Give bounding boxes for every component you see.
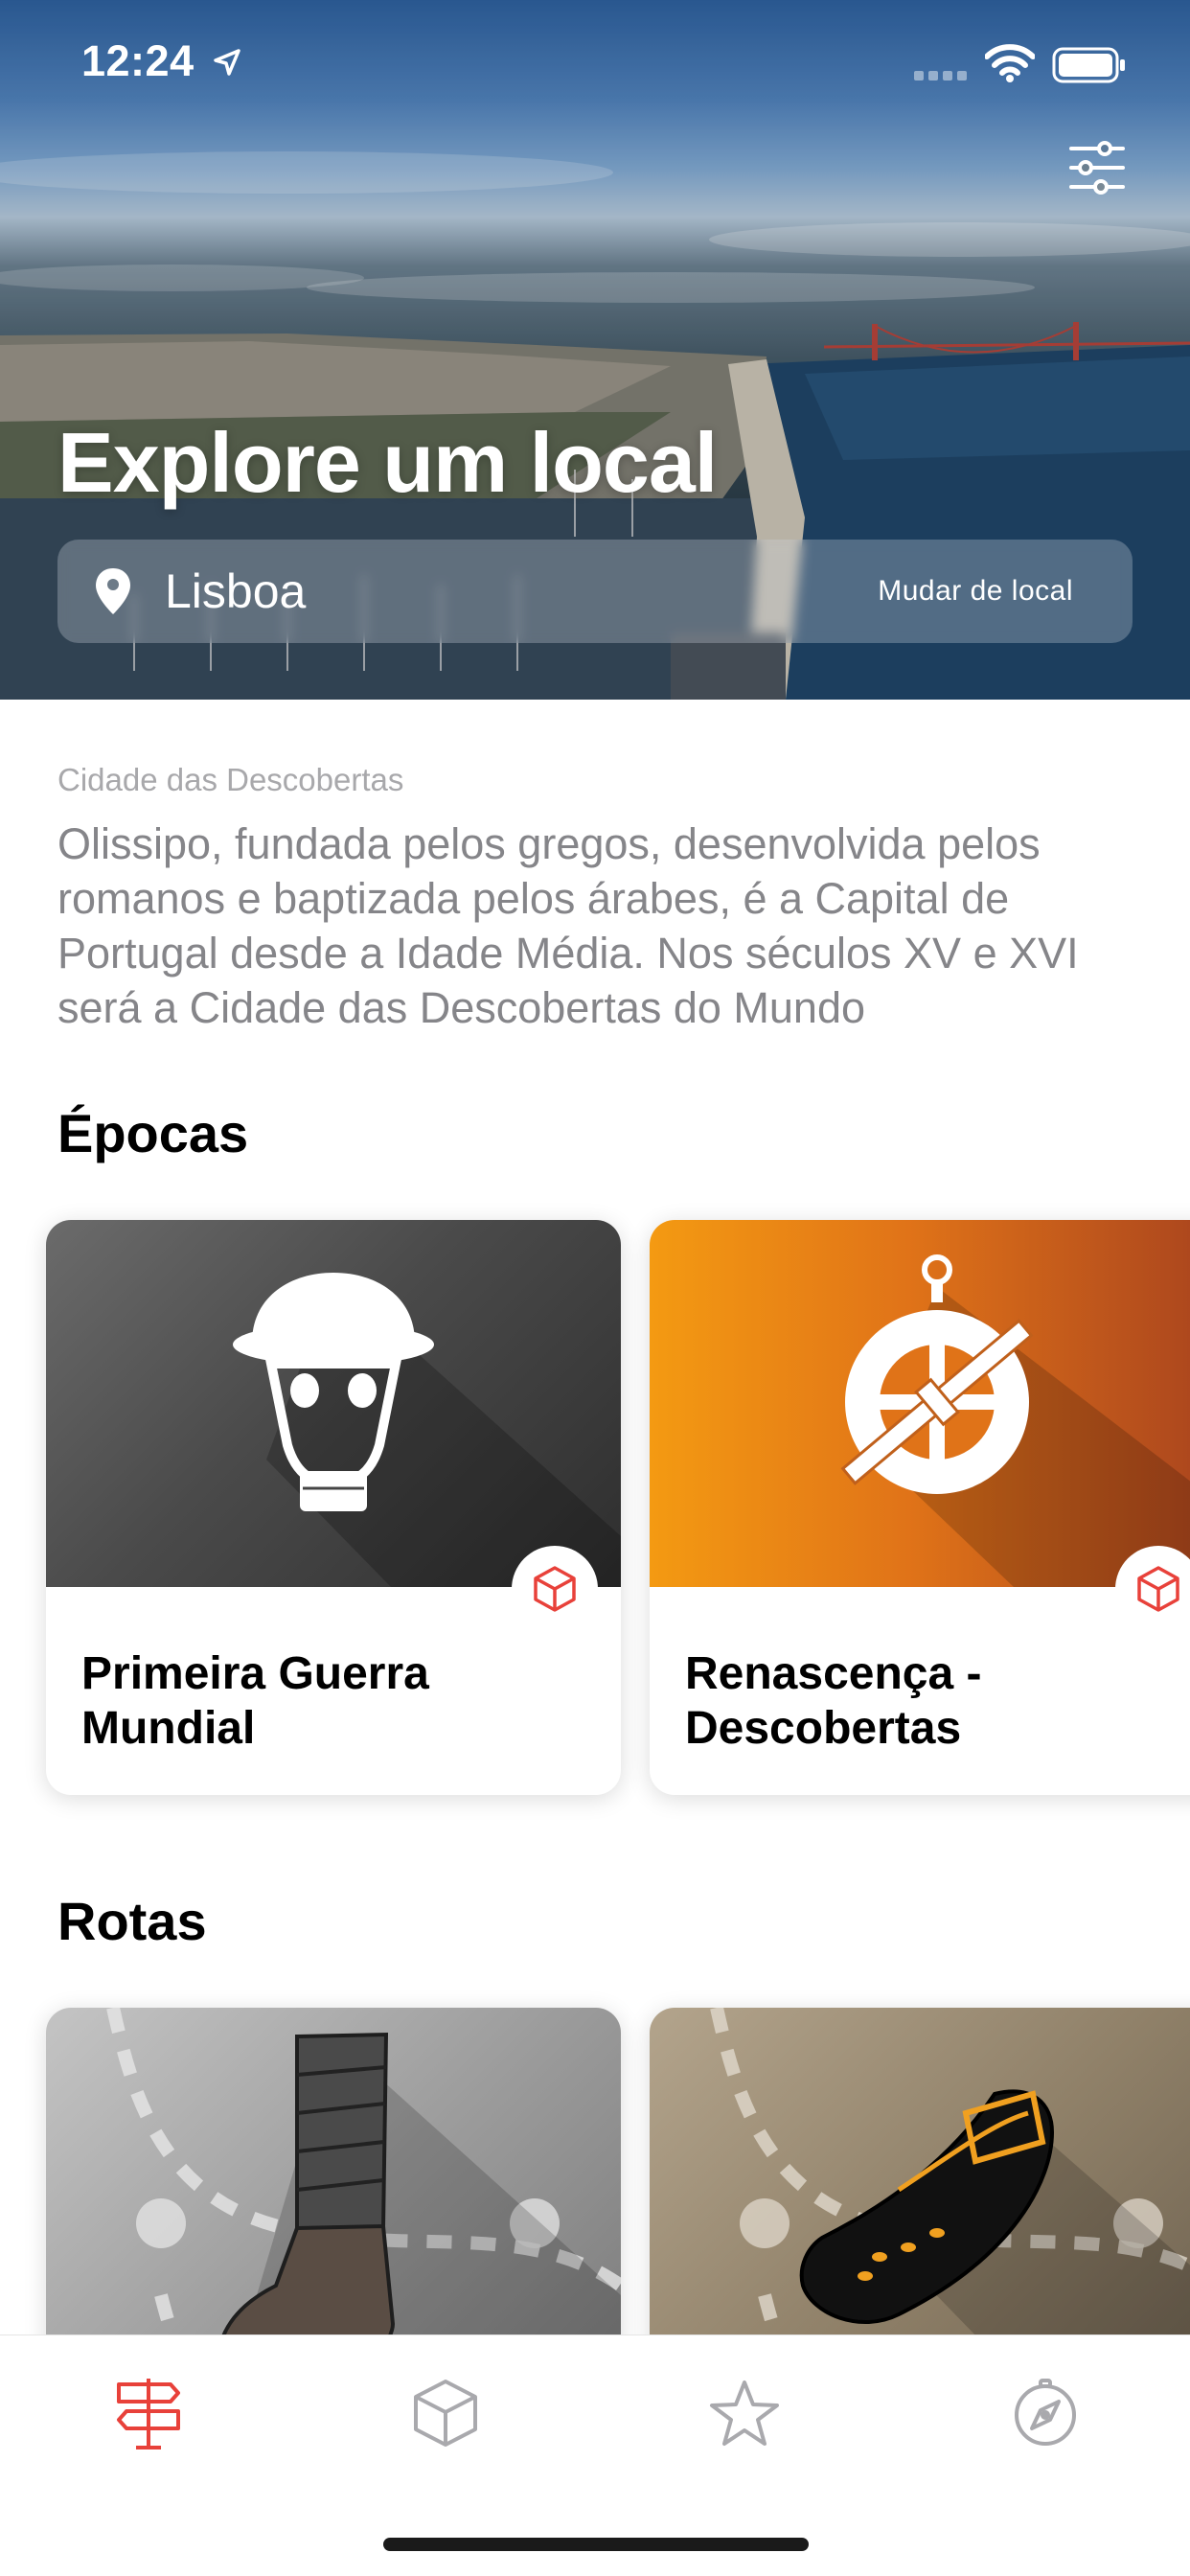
signpost-icon bbox=[117, 2379, 180, 2450]
cube-icon bbox=[414, 2380, 477, 2447]
battery-icon bbox=[1052, 47, 1125, 83]
tab-favorites[interactable] bbox=[701, 2370, 788, 2456]
tab-explore[interactable] bbox=[1002, 2370, 1088, 2456]
location-selector[interactable]: Lisboa Mudar de local bbox=[57, 540, 1133, 643]
cellular-signal-icon bbox=[914, 71, 967, 80]
current-location-label: Lisboa bbox=[165, 564, 307, 618]
epoca-card-title: Renascença - Descobertas bbox=[685, 1648, 982, 1754]
epoca-card-title: Primeira Guerra Mundial bbox=[81, 1648, 429, 1754]
epoca-card[interactable]: Primeira Guerra Mundial bbox=[46, 1220, 621, 1795]
ar-cube-badge bbox=[512, 1546, 598, 1632]
tab-ar-objects[interactable] bbox=[402, 2370, 489, 2456]
epoca-card-image bbox=[650, 1220, 1190, 1587]
city-description: Olissipo, fundada pelos gregos, desenvol… bbox=[57, 819, 1079, 1032]
astrolabe-icon bbox=[840, 1254, 1190, 1587]
compass-icon bbox=[1015, 2379, 1076, 2446]
change-location-button[interactable]: Mudar de local bbox=[878, 575, 1073, 608]
cube-icon bbox=[1137, 1566, 1179, 1612]
status-time: 12:24 bbox=[81, 36, 195, 85]
epoca-card-image bbox=[46, 1220, 621, 1587]
gas-mask-soldier-icon bbox=[233, 1273, 621, 1587]
cube-icon bbox=[534, 1566, 576, 1612]
sliders-icon bbox=[1069, 141, 1125, 195]
epoca-card[interactable]: Renascença - Descobertas bbox=[650, 1220, 1190, 1795]
location-arrow-icon bbox=[214, 49, 240, 76]
city-subtitle: Cidade das Descobertas bbox=[57, 762, 404, 797]
wifi-icon bbox=[985, 44, 1035, 82]
tab-routes[interactable] bbox=[105, 2370, 192, 2456]
star-icon bbox=[710, 2380, 779, 2446]
filter-settings-button[interactable] bbox=[1065, 136, 1129, 199]
epocas-section-title: Épocas bbox=[57, 1103, 249, 1163]
home-indicator[interactable] bbox=[383, 2538, 809, 2551]
hero-header: 12:24 Explore um local Lisboa Mudar de l… bbox=[0, 0, 1190, 700]
status-bar: 12:24 bbox=[0, 0, 1190, 126]
rotas-section-title: Rotas bbox=[57, 1891, 207, 1951]
location-pin-icon bbox=[96, 568, 130, 614]
ar-cube-badge bbox=[1115, 1546, 1190, 1632]
page-title: Explore um local bbox=[57, 415, 718, 510]
